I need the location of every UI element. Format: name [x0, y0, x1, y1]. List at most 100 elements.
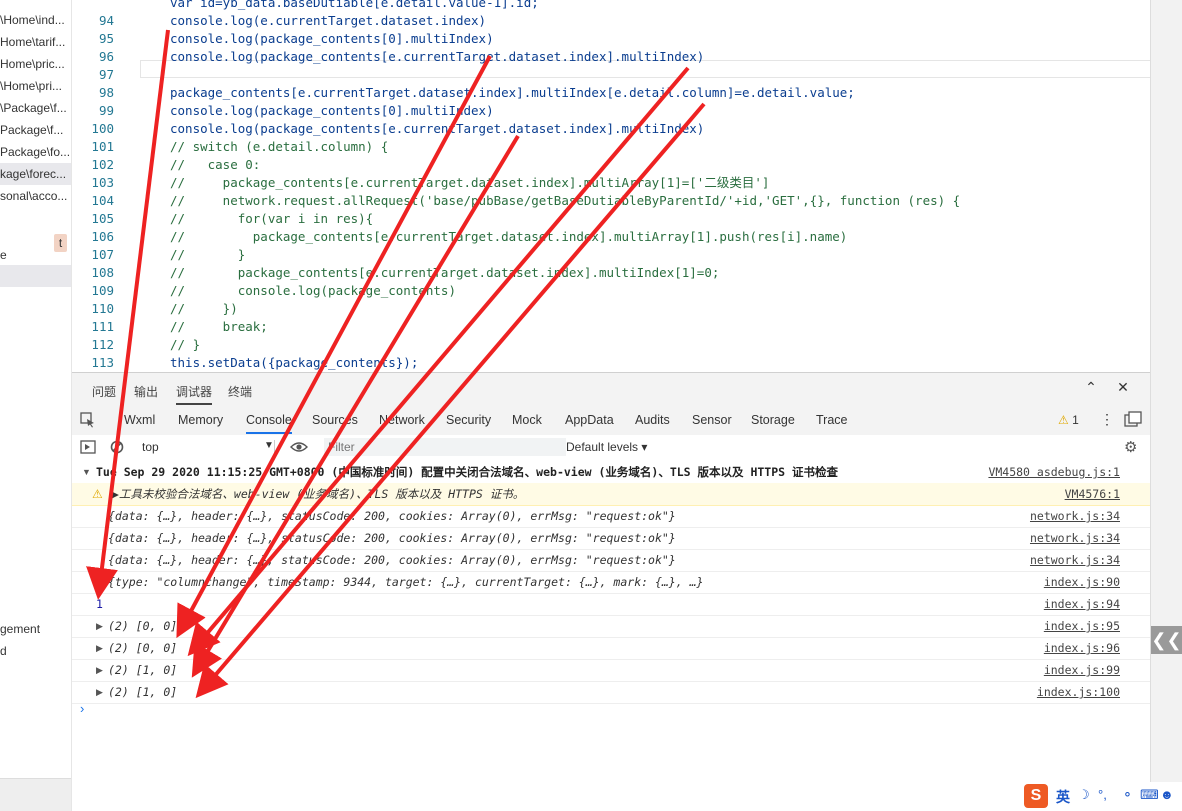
code-line[interactable]: 111 // break; [72, 318, 1132, 336]
code-line[interactable]: 100 console.log(package_contents[e.curren… [72, 120, 1132, 138]
panel-tab-audits[interactable]: Audits [635, 413, 670, 427]
code-line[interactable]: 109 // console.log(package_contents) [72, 282, 1132, 300]
panel-tab-trace[interactable]: Trace [816, 413, 848, 427]
punctuation-icon[interactable]: °, [1098, 787, 1107, 802]
panel-tab-network[interactable]: Network [379, 413, 425, 427]
context-select[interactable]: top [142, 440, 275, 454]
sidebar-file-item[interactable]: \Home\pri... [0, 75, 71, 97]
warning-counter[interactable]: ⚠ 1 [1058, 413, 1079, 427]
microphone-icon[interactable]: ⚬ [1122, 787, 1133, 803]
code-line[interactable]: 103 // package_contents[e.currentTarget.d… [72, 174, 1132, 192]
code-editor[interactable]: var id=yb_data.baseDutiable[e.detail.val… [72, 0, 1150, 372]
sidebar-selected-row[interactable] [0, 265, 71, 287]
code-line[interactable]: 112 // } [72, 336, 1132, 354]
console-filter-input[interactable] [324, 438, 566, 456]
console-row[interactable]: ▶ (2) [1, 0] index.js:99 [72, 659, 1150, 682]
log-levels-dropdown[interactable]: Default levels ▾ [566, 440, 647, 454]
console-row[interactable]: ▶ (2) [0, 0] index.js:96 [72, 637, 1150, 660]
console-row[interactable]: {data: {…}, header: {…}, statusCode: 200… [72, 505, 1150, 528]
code-line[interactable]: 113 this.setData({package_contents}); [72, 354, 1132, 372]
sidebar-file-item[interactable]: Home\pric... [0, 53, 71, 75]
sidebar-file-item[interactable]: Package\fo... [0, 141, 71, 163]
expand-triangle-icon[interactable]: ▶ [96, 681, 103, 703]
live-expression-eye-icon[interactable] [290, 438, 308, 456]
dock-side-icon[interactable] [1124, 411, 1142, 427]
more-options-icon[interactable]: ⋮ [1100, 411, 1114, 428]
panel-tab-mock[interactable]: Mock [512, 413, 542, 427]
code-line[interactable]: 107 // } [72, 246, 1132, 264]
console-row[interactable]: {data: {…}, header: {…}, statusCode: 200… [72, 549, 1150, 572]
console-row[interactable]: ▶ (2) [1, 0] index.js:100 [72, 681, 1150, 704]
sidebar-file-item[interactable]: \Package\f... [0, 97, 71, 119]
close-icon[interactable]: ✕ [1112, 379, 1134, 396]
console-source-link[interactable]: VM4576:1 [1065, 483, 1120, 505]
console-settings-gear-icon[interactable]: ⚙ [1124, 438, 1137, 456]
console-source-link[interactable]: VM4580 asdebug.js:1 [988, 461, 1120, 483]
code-line[interactable]: 110 // }) [72, 300, 1132, 318]
code-line[interactable]: 98 package_contents[e.currentTarget.datas… [72, 84, 1132, 102]
tab-debugger[interactable]: 调试器 [176, 383, 213, 405]
line-number: 99 [98, 103, 114, 118]
code-line[interactable]: 99 console.log(package_contents[0].multiI… [72, 102, 1132, 120]
console-source-link[interactable]: index.js:96 [1044, 637, 1120, 659]
chevron-up-icon[interactable]: ⌃ [1080, 379, 1102, 396]
panel-tab-sources[interactable]: Sources [312, 413, 358, 427]
ime-language-toggle[interactable]: 英 [1056, 787, 1070, 807]
expand-triangle-icon[interactable]: ▶ [96, 615, 103, 637]
collapse-triangle-icon[interactable]: ▼ [82, 461, 91, 483]
console-row[interactable]: 1 index.js:94 [72, 593, 1150, 616]
console-source-link[interactable]: index.js:95 [1044, 615, 1120, 637]
panel-tab-sensor[interactable]: Sensor [692, 413, 732, 427]
console-row[interactable]: ▼ Tue Sep 29 2020 11:15:25 GMT+0800 (中国标准… [72, 461, 1150, 484]
moon-icon[interactable]: ☽ [1078, 787, 1090, 803]
console-source-link[interactable]: index.js:90 [1044, 571, 1120, 593]
console-row[interactable]: ▶工具未校验合法域名、web-view (业务域名)、TLS 版本以及 HTTP… [72, 483, 1150, 506]
console-source-link[interactable]: network.js:34 [1030, 505, 1120, 527]
console-row[interactable]: {data: {…}, header: {…}, statusCode: 200… [72, 527, 1150, 550]
code-line[interactable]: 106 // package_contents[e.currentTarget.d… [72, 228, 1132, 246]
code-line[interactable]: 97 [72, 66, 1132, 84]
console-row[interactable]: {type: "columnchange", timeStamp: 9344, … [72, 571, 1150, 594]
code-line[interactable]: 105 // for(var i in res){ [72, 210, 1132, 228]
console-row[interactable]: ▶ (2) [0, 0] index.js:95 [72, 615, 1150, 638]
collapse-chevron-icon[interactable]: ❮❮ [1151, 626, 1182, 654]
sidebar-file-item[interactable]: Home\tarif... [0, 31, 71, 53]
expand-triangle-icon[interactable]: ▶ [96, 659, 103, 681]
code-line[interactable]: var id=yb_data.baseDutiable[e.detail.val… [72, 0, 1132, 12]
code-line[interactable]: 101 // switch (e.detail.column) { [72, 138, 1132, 156]
panel-tab-wxml[interactable]: Wxml [124, 413, 155, 427]
clear-console-icon[interactable] [110, 440, 124, 454]
tab-output[interactable]: 输出 [134, 383, 158, 400]
console-source-link[interactable]: index.js:94 [1044, 593, 1120, 615]
console-sidebar-toggle-icon[interactable] [80, 440, 96, 454]
panel-tab-appdata[interactable]: AppData [565, 413, 614, 427]
code-line[interactable]: 96 console.log(package_contents[e.current… [72, 48, 1132, 66]
tab-terminal[interactable]: 终端 [228, 383, 252, 400]
panel-tab-security[interactable]: Security [446, 413, 491, 427]
console-source-link[interactable]: index.js:100 [1037, 681, 1120, 703]
console-source-link[interactable]: network.js:34 [1030, 527, 1120, 549]
console-source-link[interactable]: network.js:34 [1030, 549, 1120, 571]
tab-issues[interactable]: 问题 [92, 383, 116, 400]
sidebar-file-item-selected[interactable]: kage\forec... [0, 163, 71, 185]
dropdown-arrow-icon[interactable]: ▼ [264, 440, 274, 451]
console-prompt[interactable]: › [80, 701, 84, 716]
expand-triangle-icon[interactable]: ▶ [96, 637, 103, 659]
sidebar-file-item[interactable]: sonal\acco... [0, 185, 71, 207]
keyboard-icon[interactable]: ⌨ [1140, 787, 1159, 803]
sidebar-file-item[interactable]: Package\f... [0, 119, 71, 141]
code-line[interactable]: 95 console.log(package_contents[0].multiI… [72, 30, 1132, 48]
code-line[interactable]: 94 console.log(e.currentTarget.dataset.in… [72, 12, 1132, 30]
sogou-ime-logo-icon[interactable]: S [1024, 784, 1048, 808]
sidebar-file-item[interactable]: \Home\ind... [0, 9, 71, 31]
code-line[interactable]: 102 // case 0: [72, 156, 1132, 174]
inspect-element-icon[interactable] [80, 412, 96, 428]
console-output[interactable]: ▼ Tue Sep 29 2020 11:15:25 GMT+0800 (中国标准… [72, 461, 1150, 779]
console-source-link[interactable]: index.js:99 [1044, 659, 1120, 681]
panel-tab-memory[interactable]: Memory [178, 413, 223, 427]
panel-tab-console[interactable]: Console [246, 413, 292, 434]
code-line[interactable]: 104 // network.request.allRequest('base/p… [72, 192, 1132, 210]
user-icon[interactable]: ☻ [1160, 787, 1174, 802]
panel-tab-storage[interactable]: Storage [751, 413, 795, 427]
code-line[interactable]: 108 // package_contents[e.currentTarget.d… [72, 264, 1132, 282]
